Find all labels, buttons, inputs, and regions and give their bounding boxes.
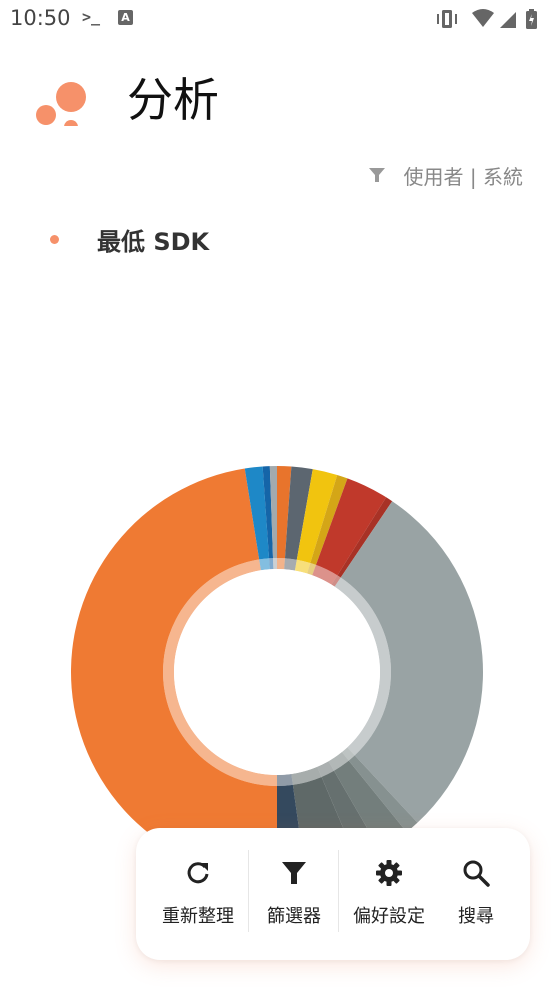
search-icon	[462, 858, 490, 888]
preferences-button[interactable]: 偏好設定	[339, 828, 439, 960]
status-time: 10:50	[10, 6, 71, 30]
donut-inner-ring-segment	[277, 558, 285, 570]
a-notification-icon: A	[118, 10, 133, 25]
donut-inner-ring-segment	[284, 558, 297, 571]
page-title: 分析	[127, 73, 219, 127]
filter-label: 篩選器	[267, 906, 321, 927]
app-header: 分析	[0, 60, 554, 150]
battery-icon	[526, 9, 537, 29]
donut-inner-ring-segment	[269, 558, 274, 570]
legend-label: 最低 SDK	[97, 228, 210, 256]
signal-icon	[500, 12, 516, 28]
chart-legend: 最低 SDK	[50, 222, 209, 257]
search-button[interactable]: 搜尋	[436, 828, 516, 960]
legend-dot	[50, 235, 59, 244]
terminal-icon: >_	[82, 8, 101, 26]
donut-inner-ring-segment	[277, 773, 293, 786]
bottom-action-bar: 重新整理 篩選器 偏好設定 搜尋	[136, 828, 530, 960]
wifi-icon	[472, 9, 494, 27]
refresh-label: 重新整理	[162, 906, 234, 927]
funnel-icon	[368, 168, 385, 182]
donut-inner-ring-segment	[273, 558, 277, 570]
filter-button[interactable]: 篩選器	[249, 828, 339, 960]
status-bar: 10:50 >_ A	[0, 0, 554, 40]
search-label: 搜尋	[458, 906, 494, 927]
preferences-label: 偏好設定	[353, 906, 425, 927]
gear-icon	[375, 858, 403, 888]
app-logo-icon	[34, 70, 90, 134]
vibrate-icon	[437, 10, 457, 28]
filter-indicator[interactable]: 使用者 | 系統	[368, 160, 523, 190]
filter-indicator-label: 使用者 | 系統	[403, 164, 523, 189]
filter-icon	[281, 858, 307, 888]
refresh-button[interactable]: 重新整理	[148, 828, 248, 960]
donut-inner-ring-segment	[259, 558, 270, 571]
refresh-icon	[185, 858, 211, 888]
status-icons	[436, 7, 546, 31]
